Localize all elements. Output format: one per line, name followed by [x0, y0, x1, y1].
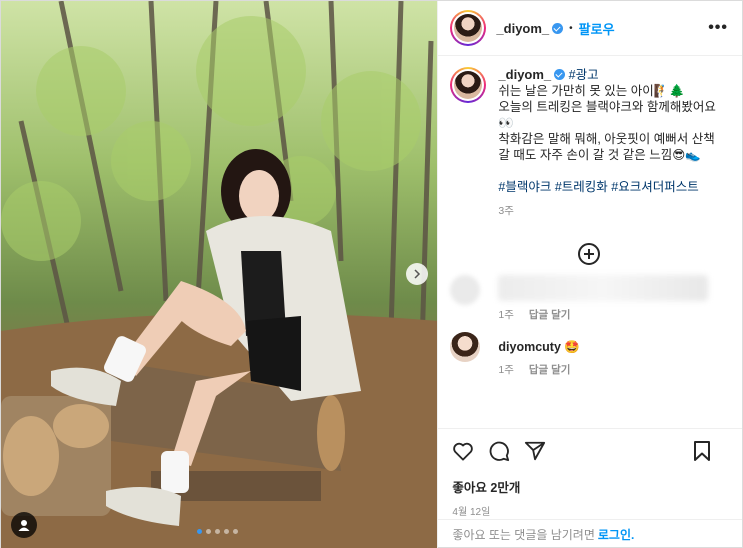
verified-badge-icon: [552, 22, 564, 34]
caption-author-avatar[interactable]: [450, 67, 487, 103]
post-side-panel: _diyom_ • 팔로우 ••• _diyom_ #광고 쉬는 날은 가만히 …: [437, 1, 742, 548]
caption-hashtags[interactable]: #블랙야크 #트레킹화 #요크셔더퍼스트: [498, 179, 728, 195]
comment-button[interactable]: [488, 440, 524, 462]
bookmark-icon: [694, 441, 710, 461]
comment-item: diyomcuty 🤩 1주 답글 달기: [450, 332, 728, 377]
more-options-icon[interactable]: •••: [708, 19, 728, 37]
post-header: _diyom_ • 팔로우 •••: [438, 1, 742, 56]
comment-icon: [490, 441, 510, 462]
comments-section: _diyom_ #광고 쉬는 날은 가만히 못 있는 아이🧗🌲 오늘의 트레킹은…: [438, 57, 742, 427]
post-date: 4월 12일: [452, 507, 491, 518]
separator-dot: •: [569, 22, 573, 34]
login-prompt-text: 좋아요 또는 댓글을 남기려면: [452, 528, 595, 542]
comment-age: 1주: [498, 364, 514, 376]
post-caption: _diyom_ #광고 쉬는 날은 가만히 못 있는 아이🧗🌲 오늘의 트레킹은…: [450, 67, 728, 219]
carousel-dot: [206, 529, 211, 534]
ad-hashtag[interactable]: #광고: [569, 68, 599, 82]
save-button[interactable]: [692, 440, 728, 462]
login-prompt: 좋아요 또는 댓글을 남기려면 로그인.: [438, 519, 742, 548]
carousel-dot: [215, 529, 220, 534]
commenter-username[interactable]: diyomcuty: [498, 340, 561, 354]
like-button[interactable]: [452, 441, 488, 461]
verified-badge-icon: [554, 69, 566, 80]
likes-count[interactable]: 좋아요 2만개: [452, 477, 728, 496]
login-link[interactable]: 로그인.: [598, 526, 634, 543]
carousel-dot: [224, 529, 229, 534]
forest-scene: [1, 1, 438, 548]
instagram-post: _diyom_ • 팔로우 ••• _diyom_ #광고 쉬는 날은 가만히 …: [0, 0, 743, 548]
user-tag-icon: [18, 520, 30, 531]
comment-item: 1주 답글 달기: [450, 275, 728, 322]
post-actions: 좋아요 2만개 4월 12일: [438, 428, 742, 518]
next-photo-button[interactable]: [406, 263, 428, 285]
post-photo[interactable]: [1, 1, 438, 548]
carousel-dot: [233, 529, 238, 534]
commenter-avatar[interactable]: [450, 275, 481, 305]
reply-button[interactable]: 답글 달기: [529, 309, 571, 321]
author-username[interactable]: _diyom_: [496, 21, 549, 36]
next-arrow-icon: [414, 269, 421, 279]
caption-text: 쉬는 날은 가만히 못 있는 아이🧗🌲 오늘의 트레킹은 블랙야크와 함께해봤어…: [498, 84, 716, 162]
carousel-dot: [197, 529, 202, 534]
share-icon: [525, 441, 546, 461]
carousel-indicator: [197, 529, 238, 534]
author-avatar[interactable]: [450, 10, 487, 46]
load-more-comments-button[interactable]: [450, 243, 728, 265]
tagged-users-button[interactable]: [11, 512, 37, 538]
caption-author-username[interactable]: _diyom_: [498, 67, 551, 82]
load-more-icon: [578, 243, 601, 265]
reply-button[interactable]: 답글 달기: [529, 364, 571, 376]
comment-age: 1주: [498, 309, 514, 321]
follow-button[interactable]: 팔로우: [579, 19, 615, 38]
commenter-avatar[interactable]: [450, 332, 481, 362]
heart-icon: [453, 442, 474, 461]
share-button[interactable]: [524, 440, 560, 462]
caption-age: 3주: [498, 205, 514, 217]
blurred-comment-text: [498, 275, 709, 301]
comment-text: 🤩: [564, 340, 580, 354]
